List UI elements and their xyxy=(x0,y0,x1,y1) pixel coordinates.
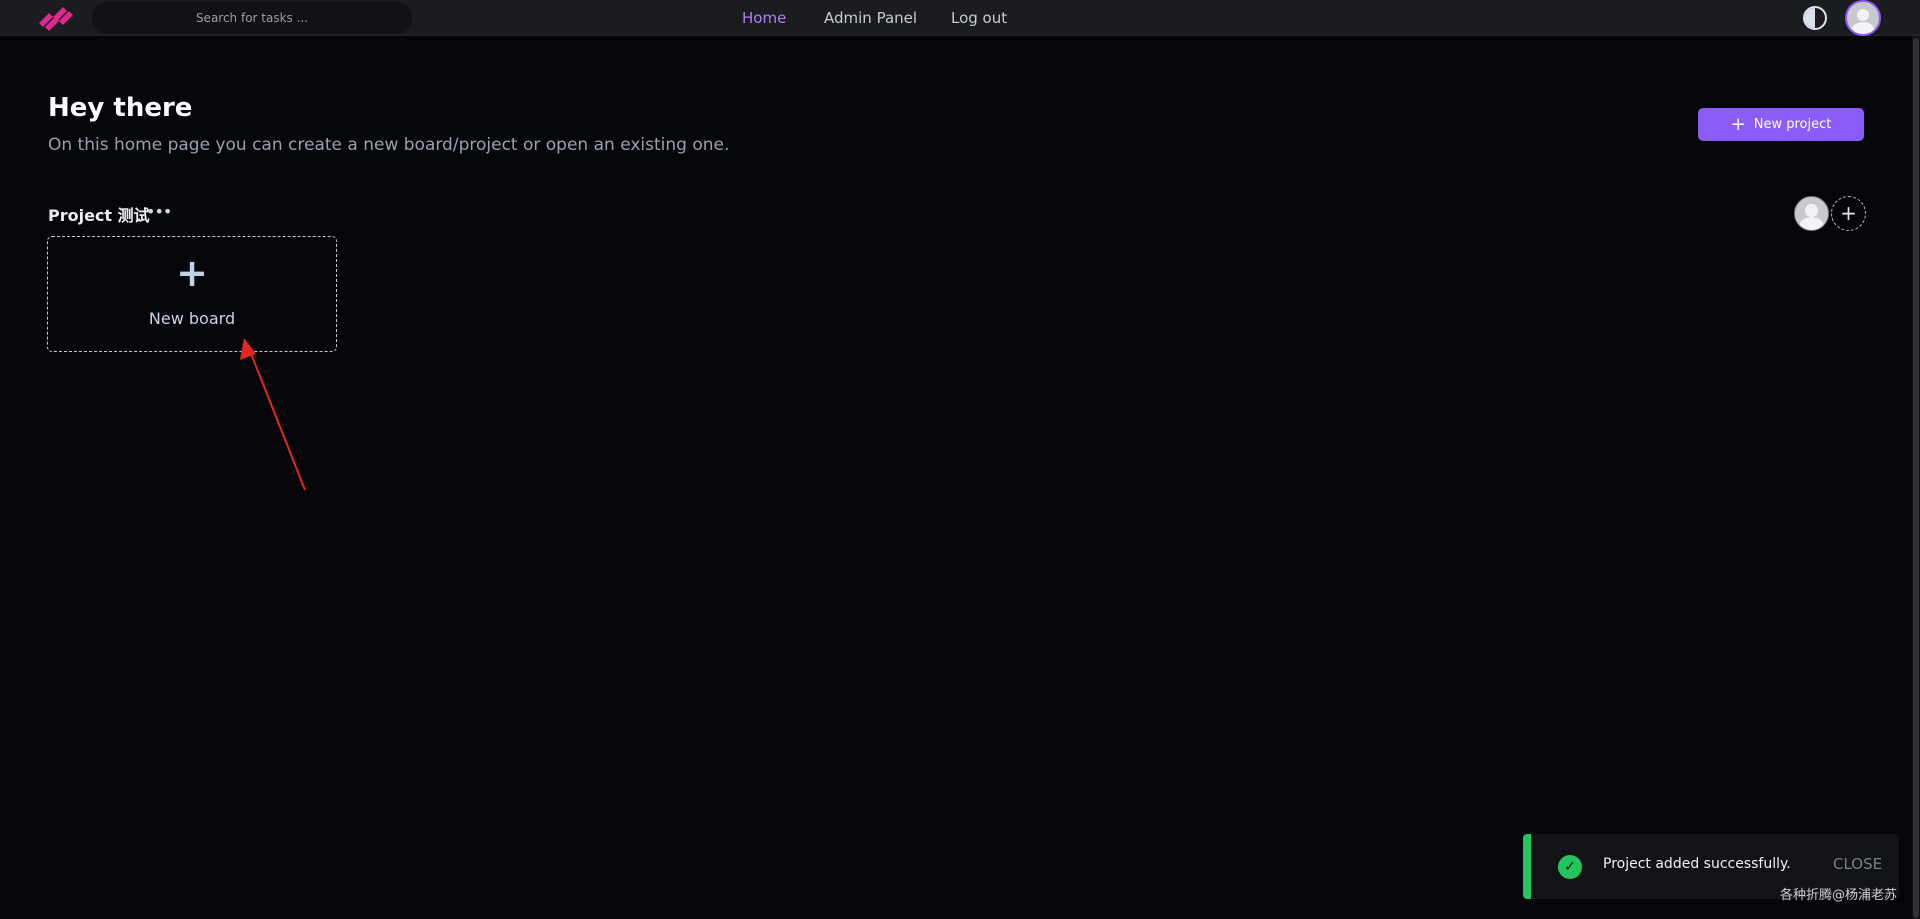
plus-icon: + xyxy=(176,251,208,295)
user-avatar[interactable] xyxy=(1845,0,1881,36)
scrollbar-thumb[interactable] xyxy=(1913,38,1919,918)
search-input[interactable]: Search for tasks ... xyxy=(92,2,412,34)
toast-close-button[interactable]: CLOSE xyxy=(1833,855,1882,873)
watermark-text: 各种折腾@杨浦老苏 xyxy=(1780,888,1898,903)
ellipsis-icon[interactable]: ••• xyxy=(146,202,172,221)
app-logo-icon[interactable] xyxy=(36,5,76,31)
check-circle-icon: ✓ xyxy=(1558,855,1582,879)
nav-logout-link[interactable]: Log out xyxy=(951,0,1007,36)
new-project-button[interactable]: + New project xyxy=(1698,108,1864,141)
plus-icon: + xyxy=(1730,113,1746,135)
toast-message: Project added successfully. xyxy=(1603,856,1791,872)
theme-toggle-icon[interactable] xyxy=(1803,6,1827,30)
new-board-label: New board xyxy=(148,309,236,328)
top-navigation-bar: Search for tasks ... Home Admin Panel Lo… xyxy=(0,0,1920,36)
annotation-arrow-icon xyxy=(240,338,306,491)
page-title: Hey there xyxy=(48,93,193,123)
project-member-avatar[interactable] xyxy=(1794,196,1829,231)
page-subtitle: On this home page you can create a new b… xyxy=(48,135,730,155)
add-member-button[interactable]: + xyxy=(1831,196,1866,231)
nav-home-link[interactable]: Home xyxy=(742,0,786,36)
new-project-label: New project xyxy=(1753,117,1832,132)
nav-admin-panel-link[interactable]: Admin Panel xyxy=(824,0,917,36)
project-name: Project 测试 xyxy=(48,206,150,225)
